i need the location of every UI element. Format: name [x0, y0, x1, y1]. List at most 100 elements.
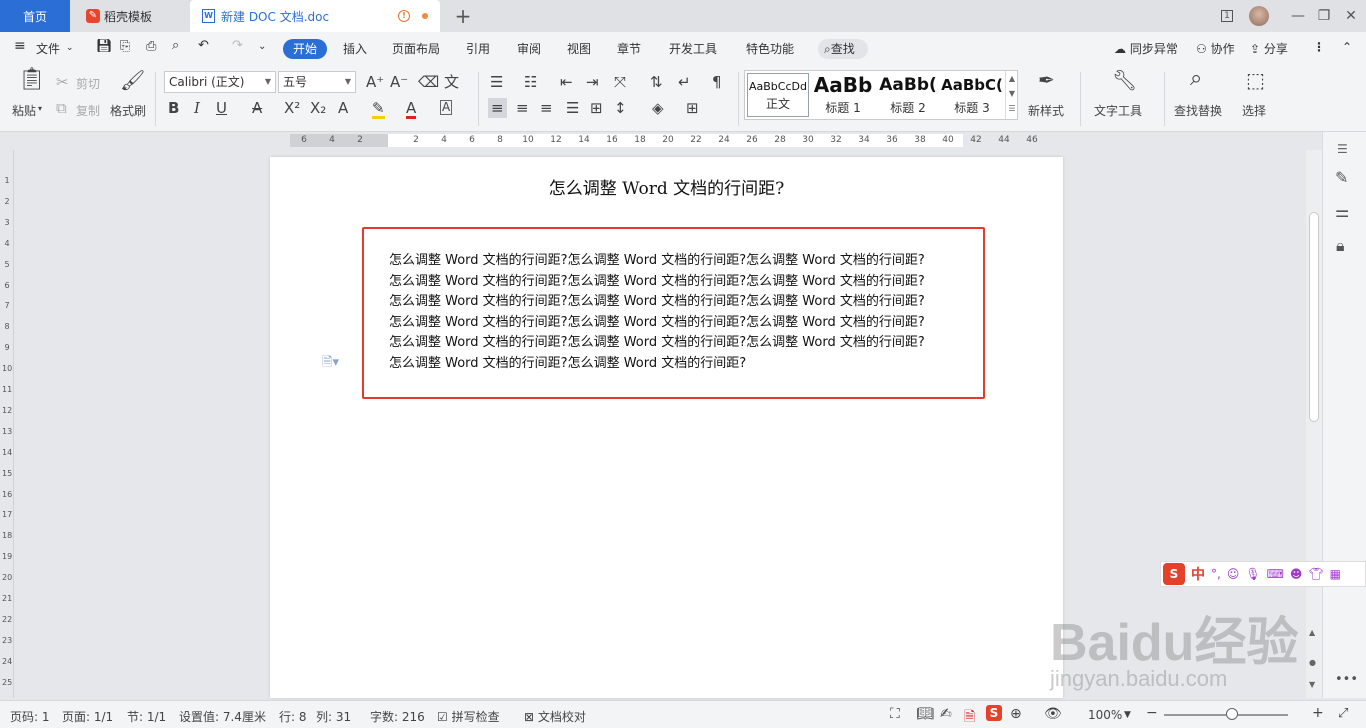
bold-icon[interactable]: B — [168, 100, 179, 116]
text-tools-icon[interactable]: 🔧︎ — [1112, 70, 1137, 90]
cut-icon[interactable]: ✂ — [56, 74, 69, 90]
user-avatar[interactable] — [1244, 0, 1274, 32]
paste-dropdown-icon[interactable]: ▾ — [38, 104, 42, 113]
styles-scroll[interactable]: ▲ ▼ ☰ — [1005, 71, 1018, 119]
copy-button[interactable]: 复制 — [76, 102, 100, 119]
share-button[interactable]: ⇪ 分享 — [1250, 40, 1288, 57]
paste-button[interactable]: 粘贴 — [12, 102, 36, 119]
font-family-select[interactable]: Calibri (正文) ▼ — [164, 71, 276, 93]
punctuation-icon[interactable]: °, — [1211, 567, 1221, 581]
close-button[interactable]: ✕ — [1336, 0, 1366, 32]
menu-insert[interactable]: 插入 — [343, 40, 367, 57]
style-heading-1[interactable]: AaBb 标题 1 — [811, 73, 875, 117]
sync-status[interactable]: ☁ 同步异常 — [1114, 40, 1178, 57]
grow-font-icon[interactable]: A⁺ — [366, 74, 384, 90]
more-icon[interactable]: ••• — [1335, 672, 1358, 687]
superscript-icon[interactable]: X² — [284, 100, 300, 116]
select-button[interactable]: 选择 — [1242, 102, 1266, 119]
paragraph-line[interactable]: 怎么调整 Word 文档的行间距?怎么调整 Word 文档的行间距?怎么调整 W… — [389, 311, 925, 330]
expand-icon[interactable]: ⤢ — [1338, 706, 1348, 721]
strikethrough-icon[interactable]: A — [252, 100, 262, 116]
format-painter-button[interactable]: 格式刷 — [110, 102, 146, 119]
zoom-slider-handle[interactable] — [1226, 708, 1238, 720]
menu-chapter[interactable]: 章节 — [617, 40, 641, 57]
vertical-ruler[interactable]: 1 2 3 4 5 6 7 8 9 10 11 12 13 14 15 16 17 18 19 20 21 22 23 24 2… — [0, 150, 14, 698]
shrink-font-icon[interactable]: A⁻ — [390, 74, 408, 90]
new-style-button[interactable]: 新样式 — [1028, 102, 1064, 119]
toolbox-icon[interactable]: ▦ — [1330, 567, 1341, 581]
new-style-icon[interactable]: ✒ — [1038, 70, 1055, 90]
ime-mode[interactable]: 中 — [1191, 564, 1205, 584]
zoom-out-icon[interactable]: − — [1146, 705, 1158, 721]
paste-icon[interactable]: 📋︎ — [18, 69, 46, 91]
menu-developer[interactable]: 开发工具 — [669, 40, 717, 57]
doc-proof-button[interactable]: ⊠ 文档校对 — [524, 708, 586, 725]
chinese-layout-icon[interactable]: ⤧ — [614, 74, 626, 90]
underline-icon[interactable]: U — [216, 100, 227, 116]
numbered-list-icon[interactable]: ☷ — [524, 74, 537, 90]
justify-icon[interactable]: ☰ — [566, 100, 579, 116]
restore-button[interactable]: ❐ — [1309, 0, 1339, 32]
highlight-icon[interactable]: ✎ — [372, 100, 385, 119]
increase-indent-icon[interactable]: ⇥ — [586, 74, 599, 90]
settings-sliders-icon[interactable]: ⚌ — [1335, 202, 1349, 221]
menu-start[interactable]: 开始 — [283, 39, 327, 59]
document-page[interactable]: 怎么调整 Word 文档的行间距? 怎么调整 Word 文档的行间距?怎么调整 … — [270, 157, 1063, 698]
paragraph-line[interactable]: 怎么调整 Word 文档的行间距?怎么调整 Word 文档的行间距?怎么调整 W… — [389, 331, 925, 350]
redo-icon[interactable]: ↷ — [232, 38, 243, 53]
collaborate-button[interactable]: ⚇ 协作 — [1196, 40, 1235, 57]
skin-icon[interactable]: 👕︎ — [1308, 567, 1323, 581]
borders-icon[interactable]: ⊞ — [686, 100, 699, 116]
pdf-icon[interactable]: 🗎︎ — [964, 706, 975, 728]
sogou-status-icon[interactable]: S — [986, 705, 1002, 721]
document-title[interactable]: 怎么调整 Word 文档的行间距? — [270, 174, 1063, 199]
status-col[interactable]: 列: 31 — [316, 708, 351, 725]
print-preview-icon[interactable]: ⌕ — [172, 38, 179, 53]
scroll-up-icon[interactable]: ▲ — [1309, 628, 1315, 637]
show-marks-icon[interactable]: ↵ — [678, 74, 691, 90]
style-heading-3[interactable]: AaBbC( 标题 3 — [941, 73, 1003, 117]
subscript-icon[interactable]: X₂ — [310, 100, 326, 116]
align-left-icon[interactable]: ≡ — [488, 98, 507, 118]
menu-file[interactable]: 文件 — [36, 40, 60, 57]
style-heading-2[interactable]: AaBb( 标题 2 — [877, 73, 939, 117]
clear-format-icon[interactable]: ⌫ — [418, 74, 439, 90]
align-right-icon[interactable]: ≡ — [540, 100, 553, 116]
status-page[interactable]: 页面: 1/1 — [62, 708, 113, 725]
status-setting[interactable]: 设置值: 7.4厘米 — [179, 708, 266, 725]
select-icon[interactable]: ⬚ — [1246, 70, 1265, 90]
font-size-select[interactable]: 五号 ▼ — [278, 71, 356, 93]
status-row[interactable]: 行: 8 — [279, 708, 307, 725]
font-color-icon[interactable]: A — [406, 100, 417, 119]
menu-references[interactable]: 引用 — [466, 40, 490, 57]
zoom-dropdown-icon[interactable]: ▼ — [1124, 710, 1131, 720]
tab-document[interactable]: W 新建 DOC 文档.doc ! — [190, 0, 440, 32]
zoom-level[interactable]: 100% — [1088, 708, 1122, 722]
italic-icon[interactable]: I — [194, 100, 200, 116]
format-painter-icon[interactable]: 🖌︎ — [120, 70, 145, 90]
menu-special[interactable]: 特色功能 — [746, 40, 794, 57]
tab-daoke-templates[interactable]: ✎ 稻壳模板 — [72, 0, 188, 32]
char-border-icon[interactable]: A — [440, 100, 453, 115]
bullet-list-icon[interactable]: ☰ — [490, 74, 503, 90]
status-word-count[interactable]: 字数: 216 — [370, 708, 425, 725]
window-count-badge[interactable]: 1 — [1212, 0, 1242, 32]
find-replace-icon[interactable]: ⌕ — [1190, 68, 1202, 90]
user-icon[interactable]: ☻ — [1290, 567, 1303, 581]
scroll-down-icon[interactable]: ▼ — [1309, 680, 1315, 689]
search-button[interactable]: ⌕查找 — [818, 39, 868, 59]
collapse-ribbon-icon[interactable]: ⌃ — [1342, 40, 1352, 54]
vertical-scrollbar[interactable]: ▲ ● ▼ — [1306, 150, 1322, 698]
line-spacing-icon[interactable]: ↕ — [614, 100, 627, 116]
sidebar-collapse-icon[interactable]: ☰ — [1337, 142, 1348, 156]
more-options-icon[interactable]: ⋮ — [1313, 40, 1325, 54]
export-icon[interactable]: ⎘ — [120, 39, 130, 54]
distribute-icon[interactable]: ⊞ — [590, 100, 603, 116]
write-view-icon[interactable]: ✍ — [940, 706, 952, 722]
text-effect-icon[interactable]: A — [338, 100, 348, 116]
sort-icon[interactable]: ⇅ — [650, 74, 663, 90]
emoji-icon[interactable]: ☺ — [1227, 567, 1240, 581]
reading-view-icon[interactable]: 📖︎ — [916, 706, 934, 722]
paragraph-line[interactable]: 怎么调整 Word 文档的行间距?怎么调整 Word 文档的行间距?怎么调整 W… — [389, 270, 925, 289]
lock-icon[interactable]: 🔒︎ — [1336, 236, 1345, 256]
